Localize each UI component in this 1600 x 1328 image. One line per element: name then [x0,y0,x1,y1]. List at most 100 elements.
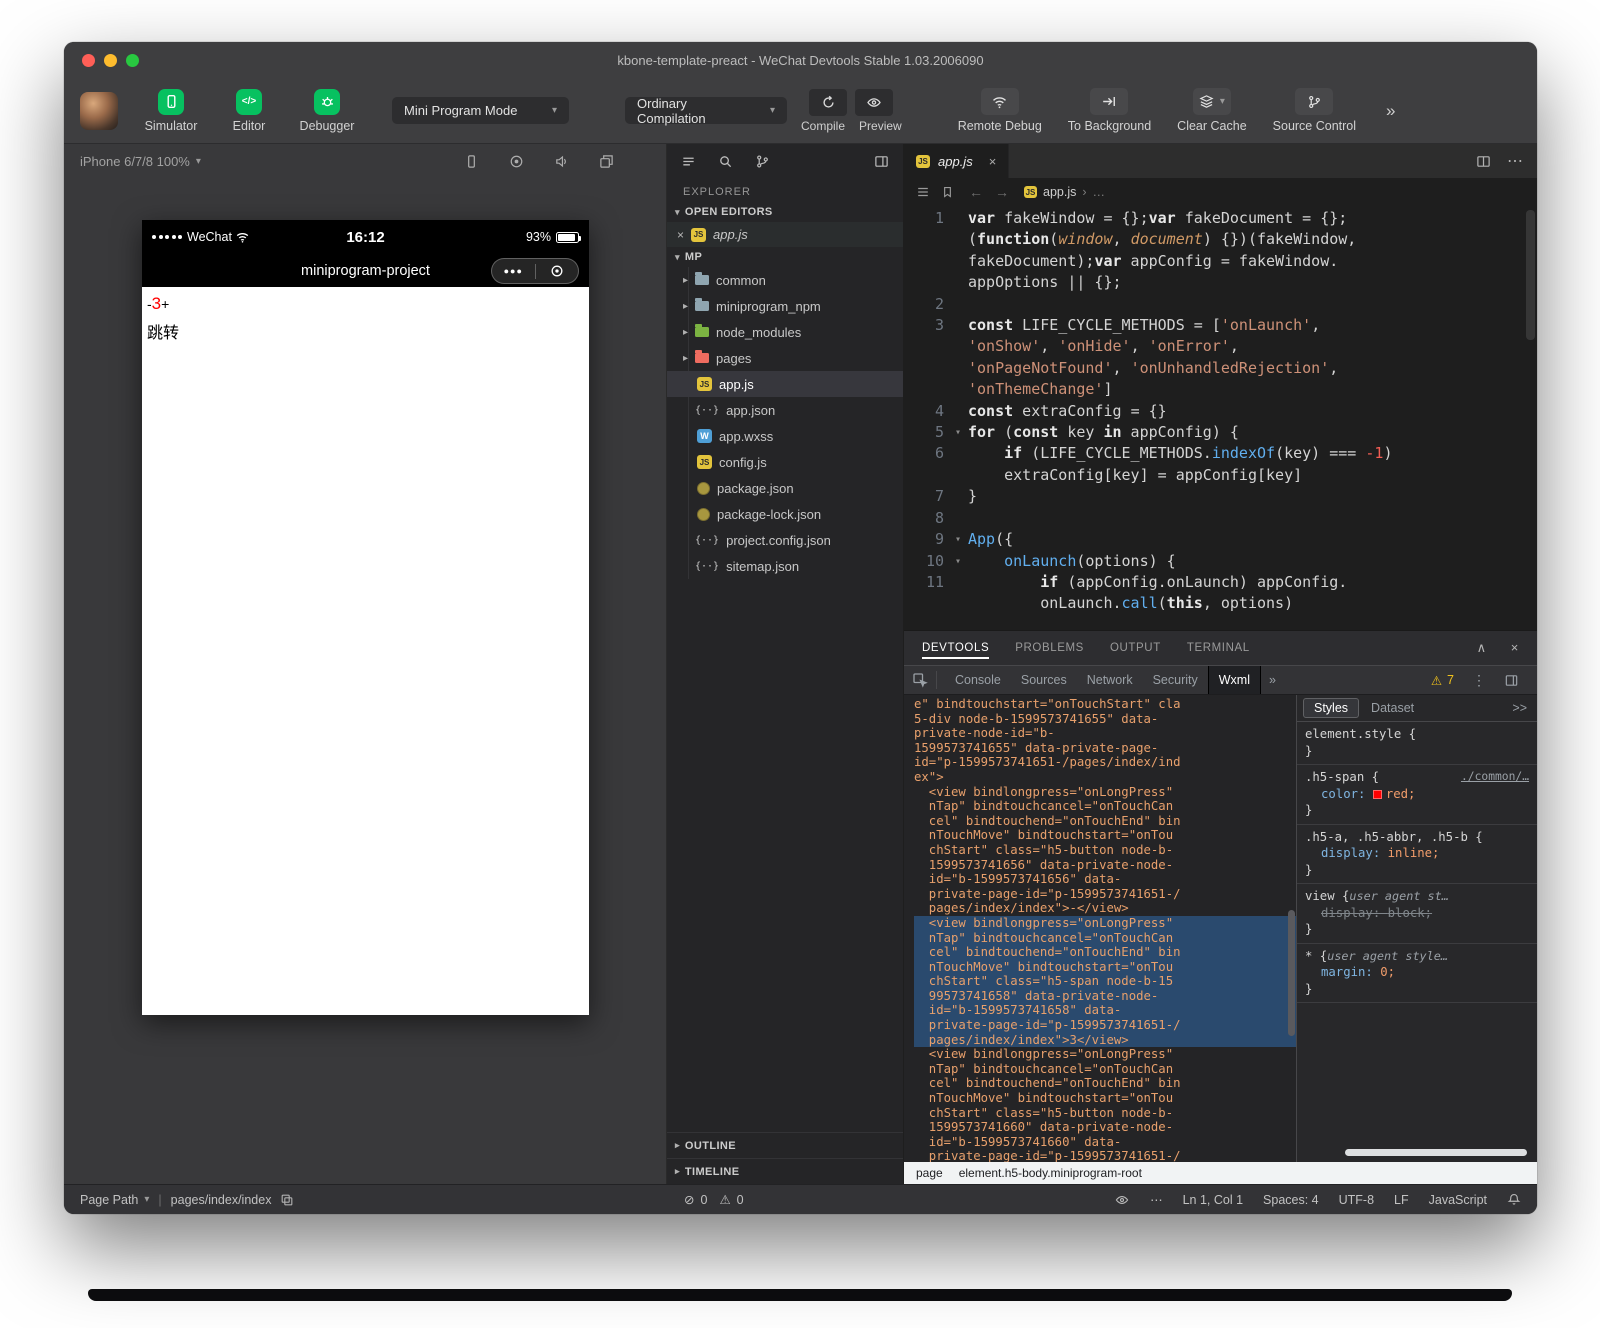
sound-icon[interactable] [554,154,569,169]
wxml-line[interactable]: nTap" bindtouchcancel="onTouchCan [914,931,1296,946]
close-window-button[interactable] [82,54,95,67]
git-branch-icon[interactable] [755,154,770,169]
wxml-line[interactable]: nTouchMove" bindtouchstart="onTou [914,960,1296,975]
tree-item-config.js[interactable]: JSconfig.js [667,449,903,475]
source-control-button[interactable]: Source Control [1273,88,1356,133]
editor-more-icon[interactable]: ⋯ [1507,151,1523,171]
tab-output[interactable]: OUTPUT [1110,642,1161,654]
toolbar-overflow-button[interactable]: » [1386,101,1395,121]
close-tab-icon[interactable]: × [989,154,997,169]
open-editor-item[interactable]: × JS app.js [667,222,903,247]
tab-app-js[interactable]: JS app.js × [904,144,1009,178]
wxml-line[interactable]: 1599573741660" data-private-node- [914,1120,1296,1135]
tabs-overflow-icon[interactable]: » [1261,673,1284,687]
jump-link[interactable]: 跳转 [147,319,584,343]
wxml-line[interactable]: id="b-1599573741658" data- [914,1003,1296,1018]
back-icon[interactable]: ← [969,184,983,200]
fold-toggle-icon[interactable]: ▾ [948,551,968,572]
style-rule[interactable]: view {user agent st…display: block;} [1297,884,1537,944]
tab-wxml[interactable]: Wxml [1208,666,1261,694]
style-declaration[interactable]: margin: 0; [1305,964,1529,981]
wxml-line[interactable]: nTouchMove" bindtouchstart="onTou [914,828,1296,843]
style-source-link[interactable]: ./common/… [1461,769,1529,786]
bell-icon[interactable] [1507,1192,1521,1207]
plus-button[interactable]: + [161,296,169,312]
wxml-line[interactable]: ex"> [914,770,1296,785]
tab-terminal[interactable]: TERMINAL [1187,642,1250,654]
tab-dataset[interactable]: Dataset [1363,699,1422,717]
wxml-line[interactable]: id="p-1599573741651-/pages/index/ind [914,755,1296,770]
devtools-menu-icon[interactable]: ⋮ [1472,672,1486,689]
elements-scrollbar[interactable] [1288,910,1295,1036]
wxml-line[interactable]: cel" bindtouchend="onTouchEnd" bin [914,945,1296,960]
wxml-line[interactable]: <view bindlongpress="onLongPress" [914,1047,1296,1062]
style-rule[interactable]: element.style {} [1297,722,1537,765]
wxml-line[interactable]: id="b-1599573741656" data- [914,872,1296,887]
user-avatar[interactable] [80,92,118,130]
breadcrumb-element[interactable]: element.h5-body.miniprogram-root [959,1166,1142,1180]
close-icon[interactable]: × [677,228,684,242]
wxml-line[interactable]: cel" bindtouchend="onTouchEnd" bin [914,814,1296,829]
style-rule[interactable]: .h5-span {./common/…color: red;} [1297,765,1537,825]
zoom-window-button[interactable] [126,54,139,67]
device-selector[interactable]: iPhone 6/7/8 100% [80,154,190,169]
wxml-line[interactable]: 99573741658" data-private-node- [914,989,1296,1004]
forward-icon[interactable]: → [995,184,1009,200]
fold-toggle-icon[interactable]: ▾ [948,529,968,550]
tree-item-app.js[interactable]: JSapp.js [667,371,903,397]
breadcrumb[interactable]: JS app.js › … [1024,185,1105,199]
code-area[interactable]: 1var fakeWindow = {};var fakeDocument = … [904,206,1537,630]
outline-list-icon[interactable] [916,185,930,199]
tab-sources[interactable]: Sources [1011,666,1077,694]
collapse-devtools-icon[interactable]: ∧ [1477,640,1487,656]
tab-styles[interactable]: Styles [1303,698,1359,718]
tab-problems[interactable]: PROBLEMS [1015,642,1084,654]
wxml-line[interactable]: private-page-id="p-1599573741651-/ [914,887,1296,902]
tree-item-sitemap.json[interactable]: {··}sitemap.json [667,553,903,579]
problems-summary[interactable]: ⊘ 0 ⚠ 0 [684,1192,744,1207]
more-menu-button[interactable]: ●●● [492,266,535,276]
tree-item-common[interactable]: ▸common [667,267,903,293]
record-icon[interactable] [509,154,524,169]
exit-miniprogram-button[interactable] [536,264,579,278]
breadcrumb-page[interactable]: page [916,1166,943,1180]
rotate-device-icon[interactable] [464,154,479,169]
wxml-line[interactable]: 1599573741655" data-private-page- [914,741,1296,756]
editor-scrollbar[interactable] [1526,210,1535,340]
tree-item-app.wxss[interactable]: Wapp.wxss [667,423,903,449]
wxml-line[interactable]: nTap" bindtouchcancel="onTouchCan [914,799,1296,814]
copy-icon[interactable] [280,1193,294,1207]
simulator-button[interactable]: Simulator [132,89,210,133]
new-window-icon[interactable] [599,154,614,169]
collapse-panel-icon[interactable] [874,154,889,169]
inspect-element-icon[interactable] [912,672,928,688]
wxml-line[interactable]: nTap" bindtouchcancel="onTouchCan [914,1062,1296,1077]
styles-tabs-overflow-icon[interactable]: >> [1512,701,1537,715]
tree-item-package-lock.json[interactable]: package-lock.json [667,501,903,527]
wxml-line[interactable]: private-page-id="p-1599573741651-/ [914,1149,1296,1162]
warnings-badge[interactable]: ⚠ 7 [1431,673,1454,688]
styles-hscrollbar[interactable] [1345,1149,1527,1156]
project-section[interactable]: ▾ MP [667,247,903,267]
open-editors-section[interactable]: ▾ OPEN EDITORS [667,202,903,222]
outline-section[interactable]: ▸ OUTLINE [667,1132,903,1158]
fold-toggle-icon[interactable]: ▾ [948,422,968,443]
bookmark-icon[interactable] [941,185,954,199]
eol[interactable]: LF [1394,1193,1409,1207]
tab-network[interactable]: Network [1077,666,1143,694]
to-background-button[interactable]: To Background [1068,88,1151,133]
tree-item-miniprogram_npm[interactable]: ▸miniprogram_npm [667,293,903,319]
wxml-line[interactable]: 5-div node-b-1599573741655" data- [914,712,1296,727]
page-path-selector[interactable]: Page Path [80,1193,138,1207]
language-mode[interactable]: JavaScript [1429,1193,1487,1207]
tab-security[interactable]: Security [1143,666,1208,694]
wxml-line[interactable]: private-page-id="p-1599573741651-/ [914,1018,1296,1033]
minimize-window-button[interactable] [104,54,117,67]
wxml-line[interactable]: chStart" class="h5-button node-b- [914,1106,1296,1121]
list-icon[interactable] [681,154,696,169]
wxml-line[interactable]: cel" bindtouchend="onTouchEnd" bin [914,1076,1296,1091]
tab-console[interactable]: Console [945,666,1011,694]
status-more-icon[interactable]: ⋯ [1150,1192,1163,1207]
mode-dropdown[interactable]: Mini Program Mode ▾ [392,97,569,124]
style-declaration[interactable]: display: inline; [1305,845,1529,862]
